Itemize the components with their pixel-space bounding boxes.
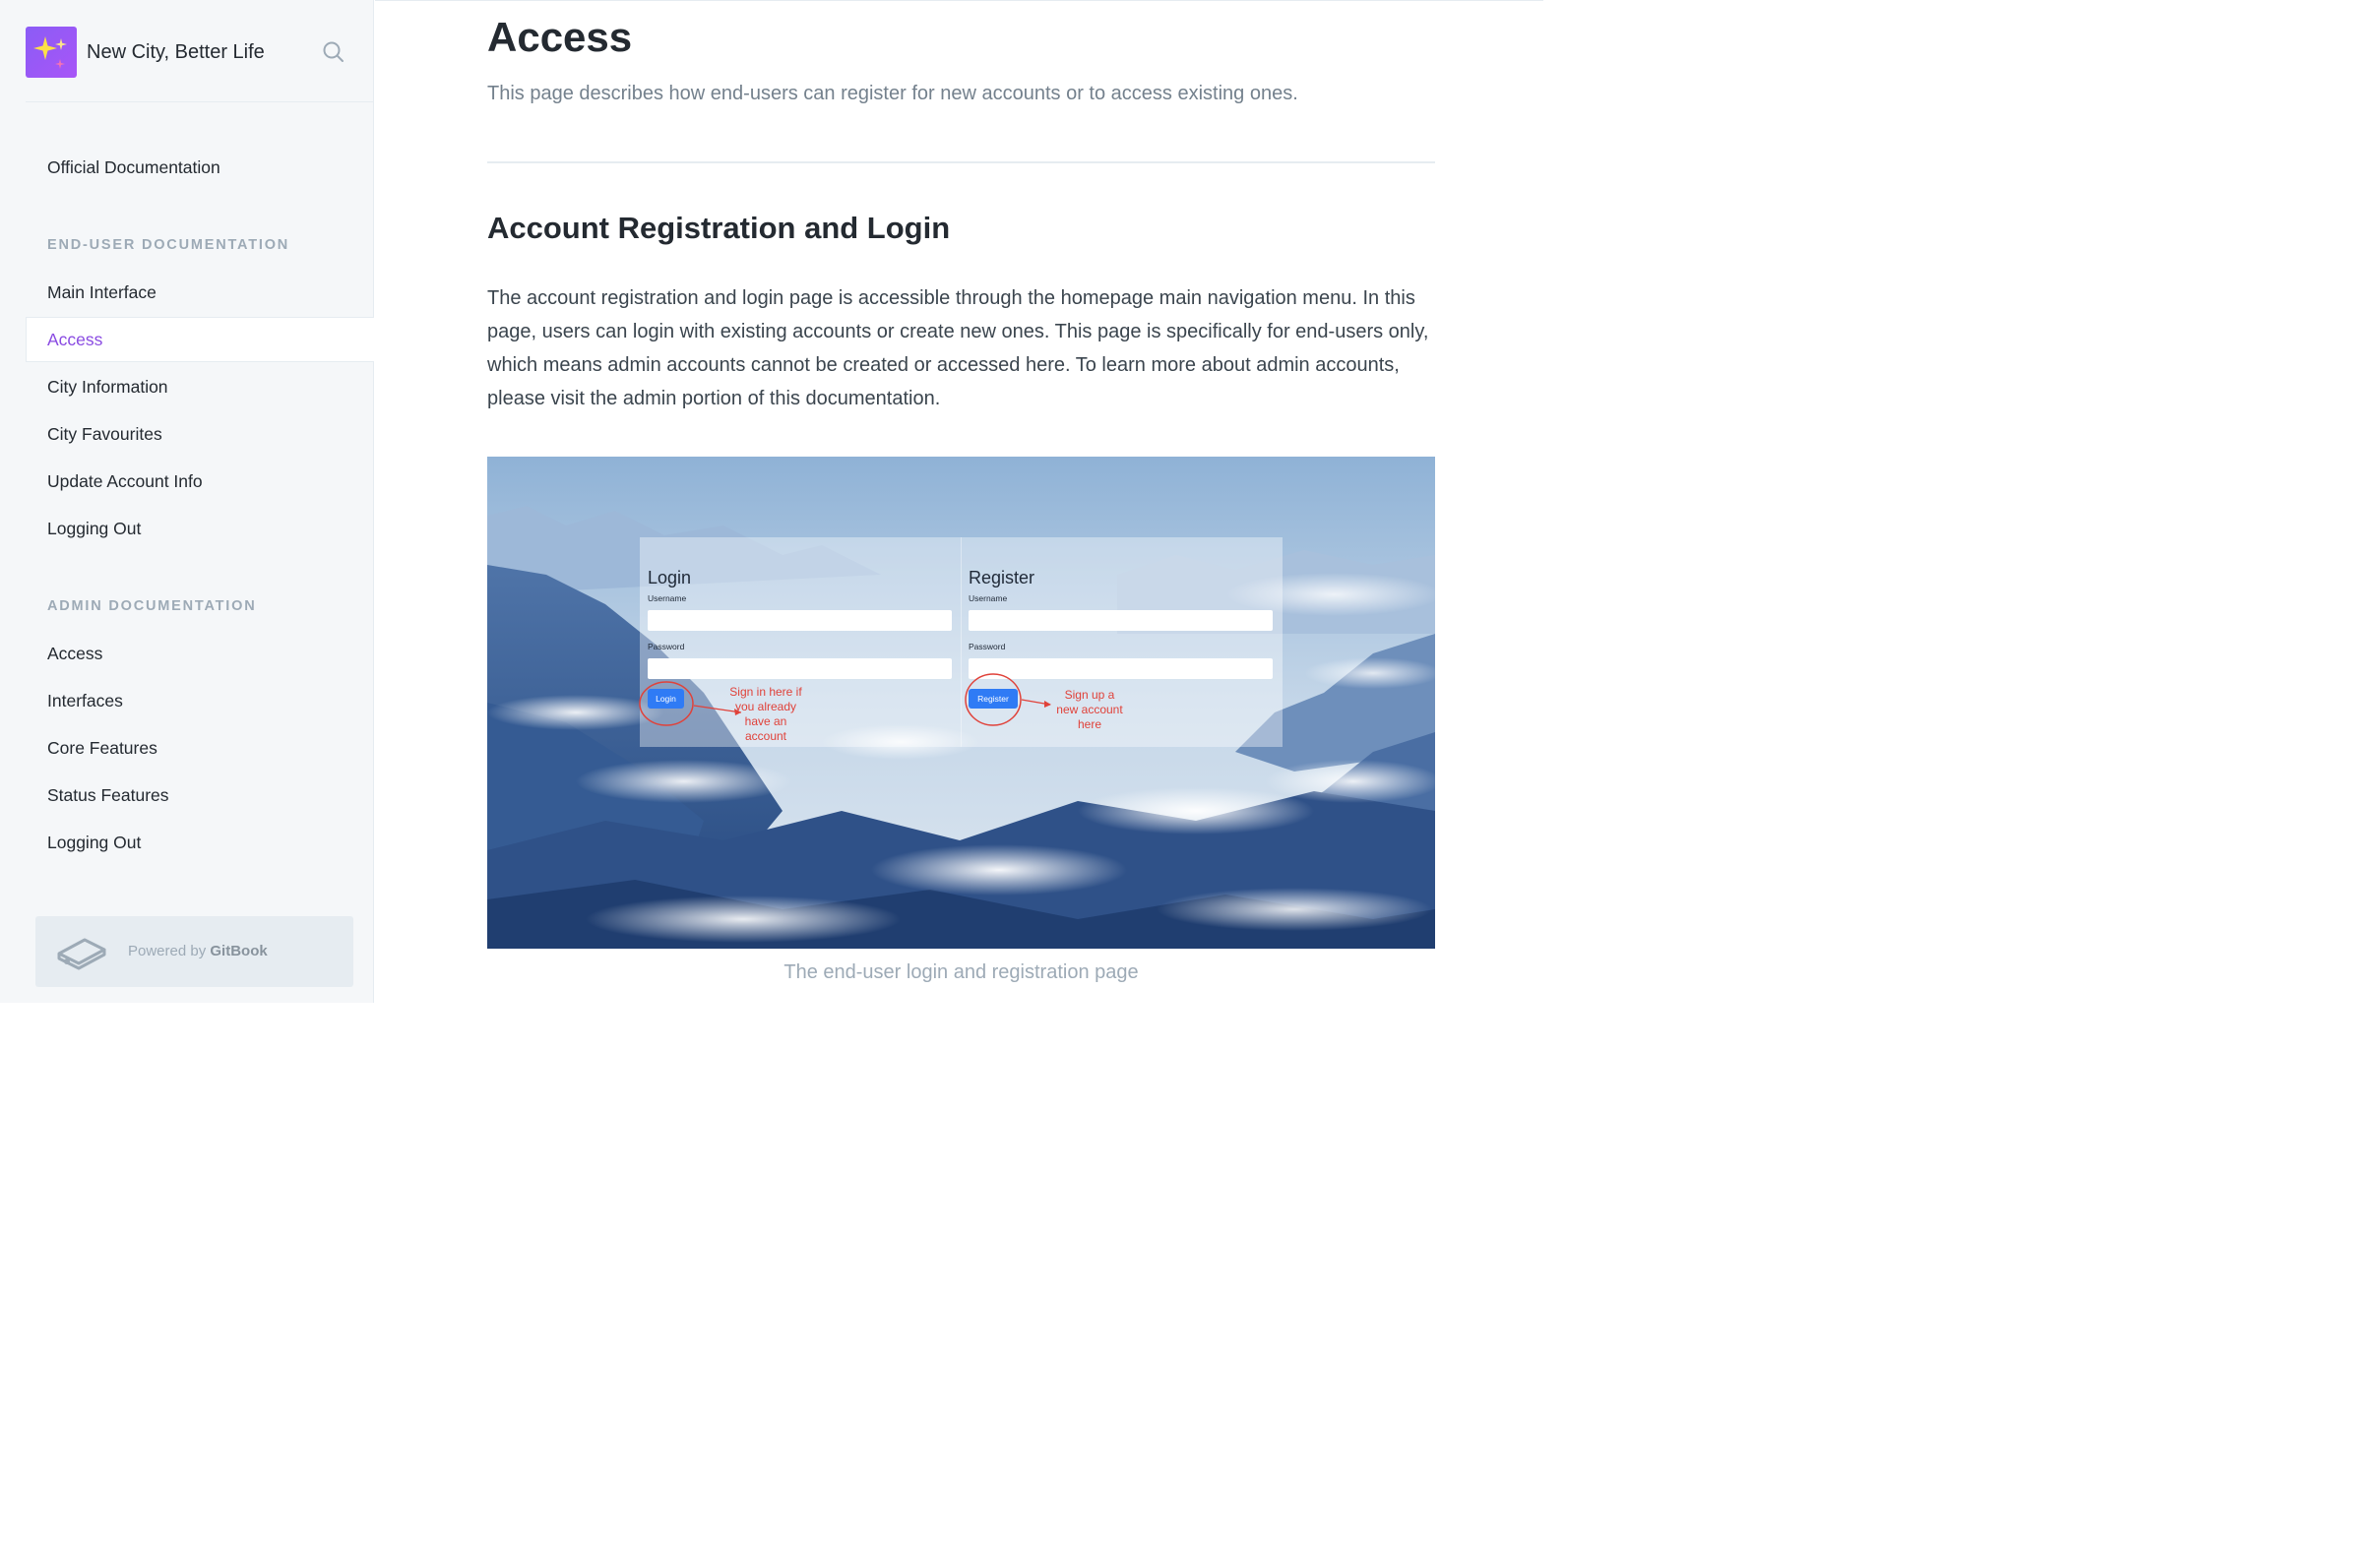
register-username-input[interactable]: [969, 610, 1273, 631]
nav-city-information[interactable]: City Information: [26, 364, 374, 409]
paragraph: The account registration and login page …: [487, 287, 1429, 409]
register-password-input[interactable]: [969, 658, 1273, 679]
login-note-line: Sign in here if: [729, 685, 802, 699]
register-username-label: Username: [969, 593, 1007, 603]
powered-by-text: Powered by GitBook: [128, 943, 268, 959]
section-title-admin: ADMIN DOCUMENTATION: [47, 598, 257, 614]
top-border: [375, 0, 1543, 1]
brand-title: New City, Better Life: [87, 40, 265, 63]
divider: [26, 101, 374, 102]
nav-admin-access[interactable]: Access: [26, 631, 374, 676]
main-content: Access This page describes how end-users…: [375, 0, 1543, 1003]
login-password-label: Password: [648, 642, 685, 651]
nav-main-interface[interactable]: Main Interface: [26, 270, 374, 315]
nav-official-documentation[interactable]: Official Documentation: [26, 145, 374, 190]
sidebar: New City, Better Life Official Documenta…: [0, 0, 374, 1003]
section-heading: Account Registration and Login: [487, 211, 951, 245]
register-button-label: Register: [977, 694, 1009, 704]
brand[interactable]: New City, Better Life: [26, 27, 265, 78]
login-username-label: Username: [648, 593, 686, 603]
nav-access-active[interactable]: Access: [26, 317, 374, 362]
register-note-line: new account: [1056, 703, 1123, 716]
gitbook-icon: [55, 932, 108, 971]
nav-logging-out[interactable]: Logging Out: [26, 506, 374, 551]
nav-admin-core-features[interactable]: Core Features: [26, 725, 374, 771]
figure-caption: The end-user login and registration page: [783, 961, 1139, 983]
register-note-line: here: [1078, 717, 1101, 731]
nav-city-favourites[interactable]: City Favourites: [26, 411, 374, 457]
powered-by-gitbook[interactable]: Powered by GitBook: [35, 916, 353, 987]
page-title: Access: [487, 14, 633, 60]
login-title: Login: [648, 568, 691, 587]
login-note-line: you already: [735, 700, 796, 713]
nav-admin-logging-out[interactable]: Logging Out: [26, 820, 374, 865]
login-note-line: have an: [745, 714, 787, 728]
login-username-input[interactable]: [648, 610, 952, 631]
login-button-label: Login: [656, 694, 676, 704]
divider: [487, 161, 1435, 163]
register-title: Register: [969, 568, 1034, 587]
section-title-end-user: END-USER DOCUMENTATION: [47, 237, 290, 253]
login-password-input[interactable]: [648, 658, 952, 679]
page-description: This page describes how end-users can re…: [487, 83, 1298, 104]
login-note-line: account: [745, 729, 787, 743]
nav-admin-status-features[interactable]: Status Features: [26, 772, 374, 818]
register-note-line: Sign up a: [1065, 688, 1115, 702]
nav-admin-interfaces[interactable]: Interfaces: [26, 678, 374, 723]
sparkles-icon: [26, 27, 77, 78]
nav-update-account-info[interactable]: Update Account Info: [26, 459, 374, 504]
search-icon[interactable]: [321, 39, 346, 65]
register-password-label: Password: [969, 642, 1006, 651]
figure-image[interactable]: Login Username Password Login Sign in he…: [487, 457, 1435, 949]
